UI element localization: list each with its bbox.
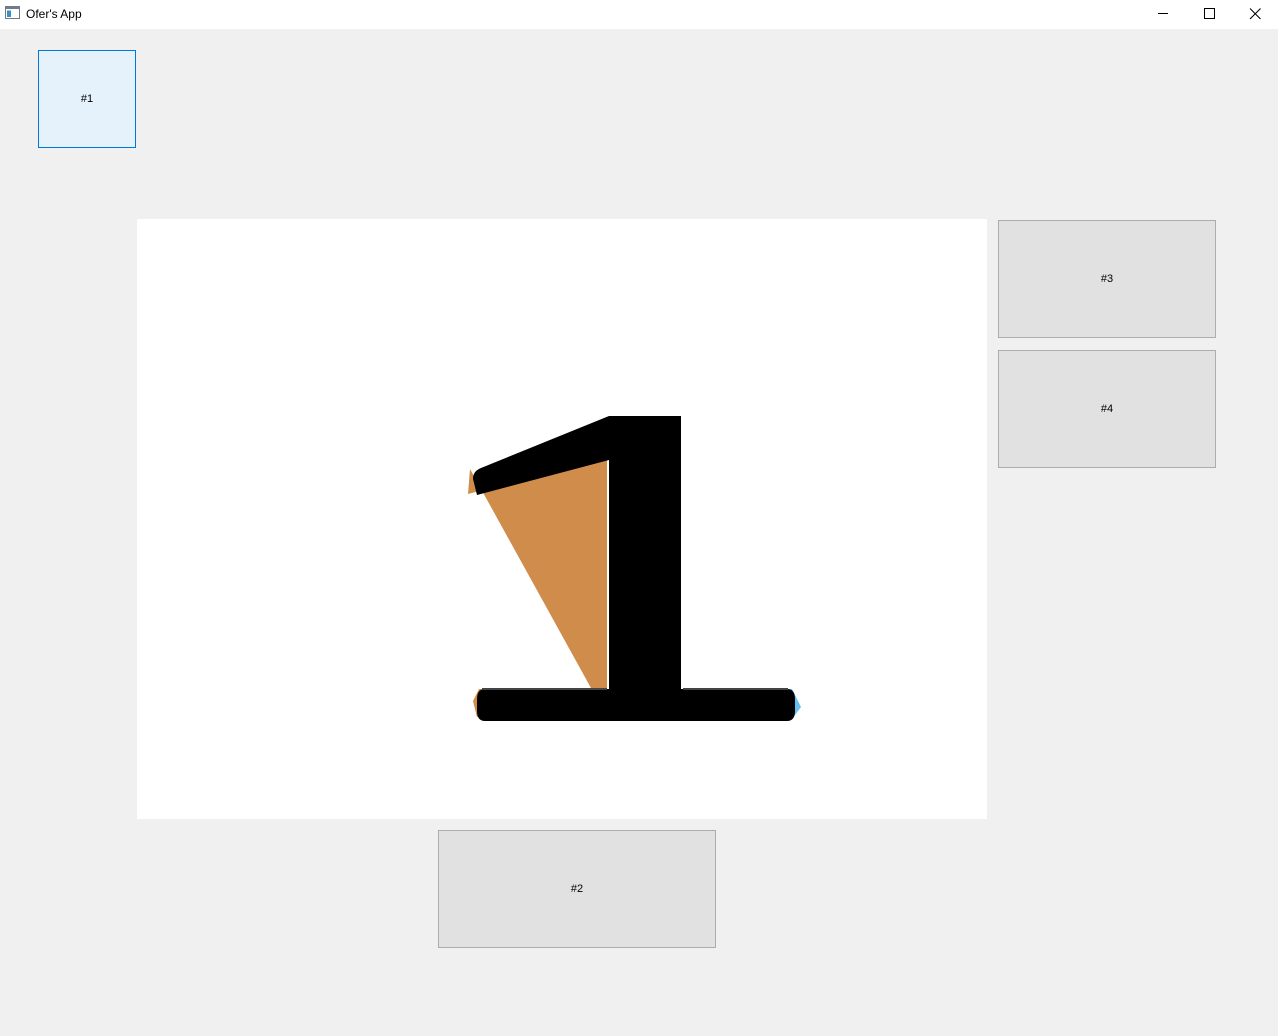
- close-icon: [1249, 8, 1261, 20]
- button-4-label: #4: [1100, 403, 1114, 415]
- app-window-icon: [5, 6, 20, 19]
- maximize-icon: [1204, 8, 1215, 19]
- button-2-label: #2: [570, 883, 584, 895]
- button-2[interactable]: #2: [438, 830, 716, 948]
- button-1[interactable]: #1: [38, 50, 136, 148]
- button-4[interactable]: #4: [998, 350, 1216, 468]
- minimize-icon: [1158, 13, 1168, 14]
- app-window: Ofer's App #1 #3 #4 #2: [0, 0, 1278, 1036]
- button-3[interactable]: #3: [998, 220, 1216, 338]
- close-button[interactable]: [1232, 0, 1278, 29]
- digit-display: [137, 219, 987, 819]
- window-title: Ofer's App: [26, 7, 82, 21]
- minimize-button[interactable]: [1140, 0, 1186, 29]
- maximize-button[interactable]: [1186, 0, 1232, 29]
- button-3-label: #3: [1100, 273, 1114, 285]
- button-1-label: #1: [80, 93, 94, 105]
- digit-glyph: [468, 416, 801, 721]
- title-bar[interactable]: Ofer's App: [0, 0, 1278, 29]
